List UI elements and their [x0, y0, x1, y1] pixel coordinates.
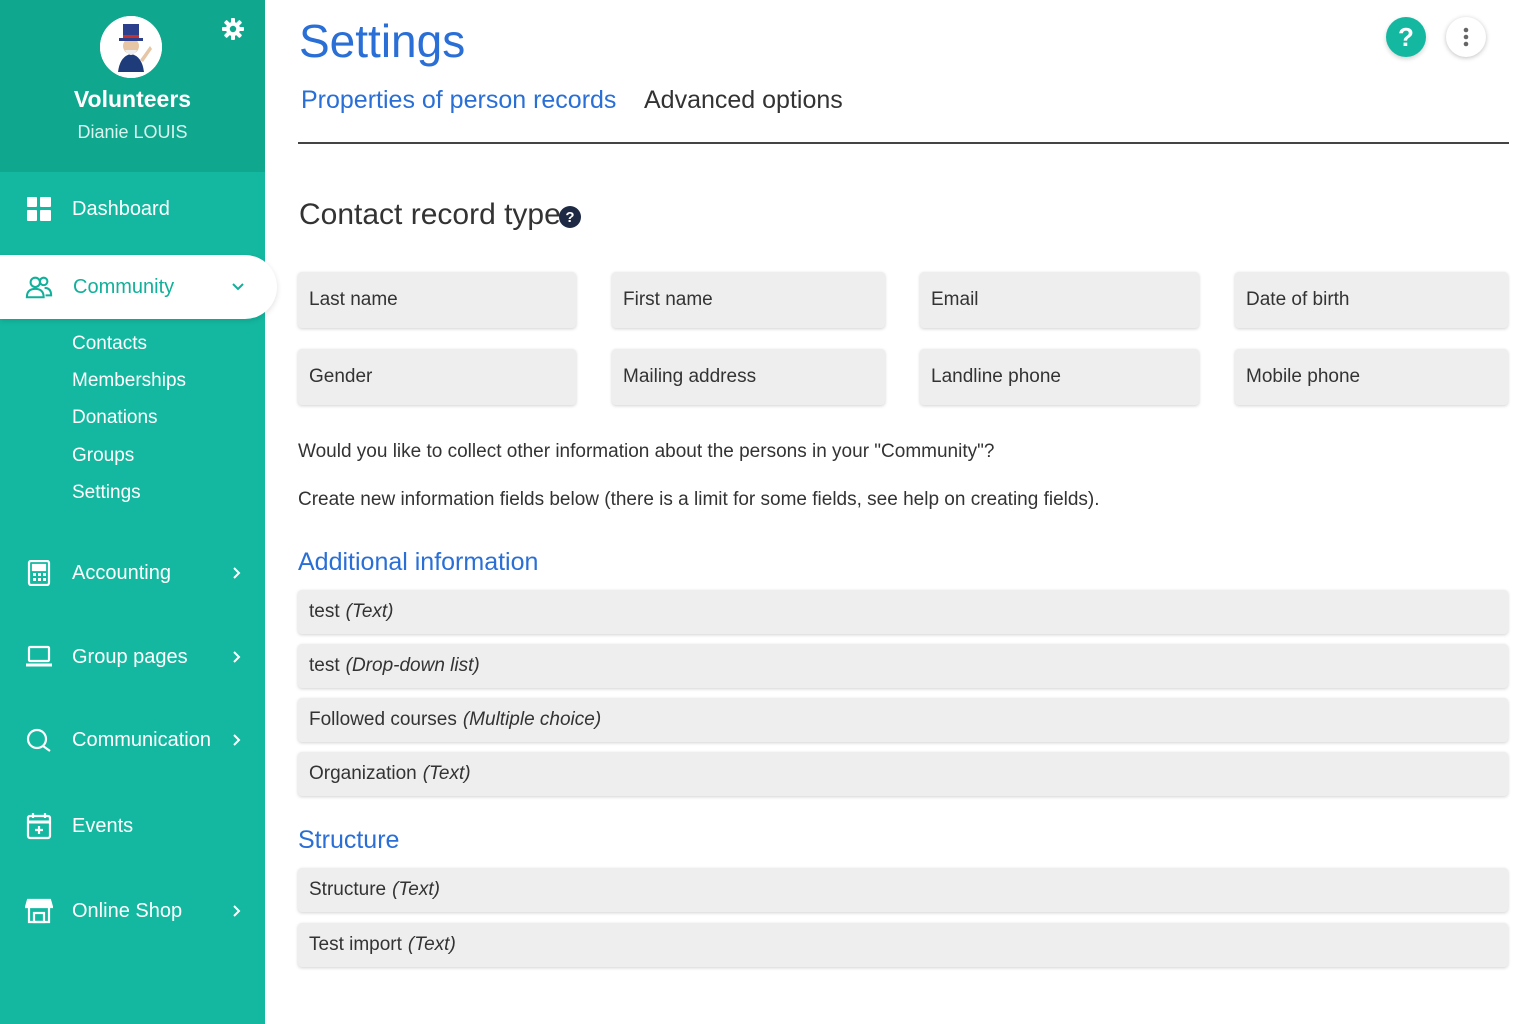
info-text-instructions: Create new information fields below (the… [298, 489, 1100, 510]
list-item[interactable]: Organization (Text) [298, 752, 1508, 796]
sidebar-item-online-shop[interactable]: Online Shop [0, 881, 265, 941]
chevron-right-icon [228, 564, 246, 582]
gear-icon[interactable] [220, 16, 246, 42]
field-type: (Text) [345, 601, 394, 622]
field-type: (Text) [407, 934, 456, 955]
field-name: Test import [309, 934, 402, 955]
avatar[interactable] [100, 16, 162, 78]
sidebar-item-label: Accounting [72, 561, 171, 584]
users-icon [25, 273, 53, 301]
sidebar-item-label: Dashboard [72, 197, 170, 220]
calculator-icon [25, 559, 53, 587]
field-first-name[interactable]: First name [612, 272, 885, 328]
chat-bubble-icon [25, 726, 53, 754]
user-name: Dianie LOUIS [77, 122, 188, 142]
field-type: (Text) [392, 879, 440, 900]
field-type: (Multiple choice) [462, 709, 602, 730]
list-item[interactable]: test (Text) [298, 590, 1508, 634]
question-circle-icon[interactable]: ? [559, 206, 581, 228]
sidebar-subitem-contacts[interactable]: Contacts [72, 333, 147, 355]
tab-properties-of-person-records[interactable]: Properties of person records [301, 86, 616, 115]
sidebar-item-label: Community [73, 275, 175, 298]
field-type: (Text) [422, 763, 471, 784]
uncle-sam-avatar-image [100, 16, 162, 78]
field-name: test [309, 655, 340, 676]
sidebar-item-community[interactable]: Community [0, 255, 277, 319]
sidebar-item-label: Online Shop [72, 899, 183, 922]
sidebar-item-label: Communication [72, 728, 211, 751]
sidebar-item-communication[interactable]: Communication [0, 710, 265, 770]
list-item[interactable]: Followed courses (Multiple choice) [298, 698, 1508, 742]
tab-advanced-options[interactable]: Advanced options [644, 86, 843, 115]
info-text-question: Would you like to collect other informat… [298, 441, 995, 462]
group-title-additional-information: Additional information [298, 548, 539, 576]
group-title-structure: Structure [298, 826, 400, 854]
organization-name: Volunteers [73, 86, 192, 112]
field-name: Followed courses [309, 709, 457, 730]
sidebar-item-label: Group pages [72, 645, 188, 668]
field-email[interactable]: Email [920, 272, 1199, 328]
list-item[interactable]: Structure (Text) [298, 868, 1508, 912]
calendar-icon [25, 812, 53, 840]
chevron-down-icon [229, 278, 247, 296]
sidebar-item-group-pages[interactable]: Group pages [0, 627, 265, 687]
sidebar-subitem-memberships[interactable]: Memberships [72, 370, 186, 392]
field-name: test [309, 601, 340, 622]
help-button[interactable]: ? [1386, 17, 1426, 57]
sidebar-subitem-donations[interactable]: Donations [72, 407, 158, 429]
dashboard-icon [25, 195, 53, 223]
sidebar-item-dashboard[interactable]: Dashboard [0, 179, 265, 239]
more-options-button[interactable] [1446, 17, 1486, 57]
field-gender[interactable]: Gender [298, 349, 576, 405]
field-mailing-address[interactable]: Mailing address [612, 349, 885, 405]
tabs-divider [298, 142, 1509, 144]
sidebar: Volunteers Dianie LOUIS Dashboard Commun… [0, 0, 277, 1024]
page-title: Settings [299, 15, 466, 67]
store-icon [25, 897, 53, 925]
field-mobile-phone[interactable]: Mobile phone [1235, 349, 1508, 405]
sidebar-subitem-settings[interactable]: Settings [72, 482, 141, 504]
list-item[interactable]: Test import (Text) [298, 923, 1508, 967]
main-content: Settings ? Properties of person records … [265, 0, 1536, 1024]
list-item[interactable]: test (Drop-down list) [298, 644, 1508, 688]
chevron-right-icon [228, 902, 246, 920]
field-landline-phone[interactable]: Landline phone [920, 349, 1199, 405]
field-type: (Drop-down list) [345, 655, 480, 676]
sidebar-item-label: Events [72, 814, 134, 837]
laptop-icon [25, 643, 53, 671]
sidebar-item-accounting[interactable]: Accounting [0, 543, 265, 603]
field-date-of-birth[interactable]: Date of birth [1235, 272, 1508, 328]
field-name: Organization [309, 763, 417, 784]
field-name: Structure [309, 879, 387, 900]
chevron-right-icon [228, 648, 246, 666]
field-last-name[interactable]: Last name [298, 272, 576, 328]
sidebar-subitem-groups[interactable]: Groups [72, 445, 134, 467]
chevron-right-icon [228, 731, 246, 749]
sidebar-header: Volunteers Dianie LOUIS [0, 0, 265, 172]
more-vertical-icon [1463, 27, 1469, 47]
sidebar-item-events[interactable]: Events [0, 796, 265, 856]
section-title-contact-record-type: Contact record type [299, 198, 561, 231]
